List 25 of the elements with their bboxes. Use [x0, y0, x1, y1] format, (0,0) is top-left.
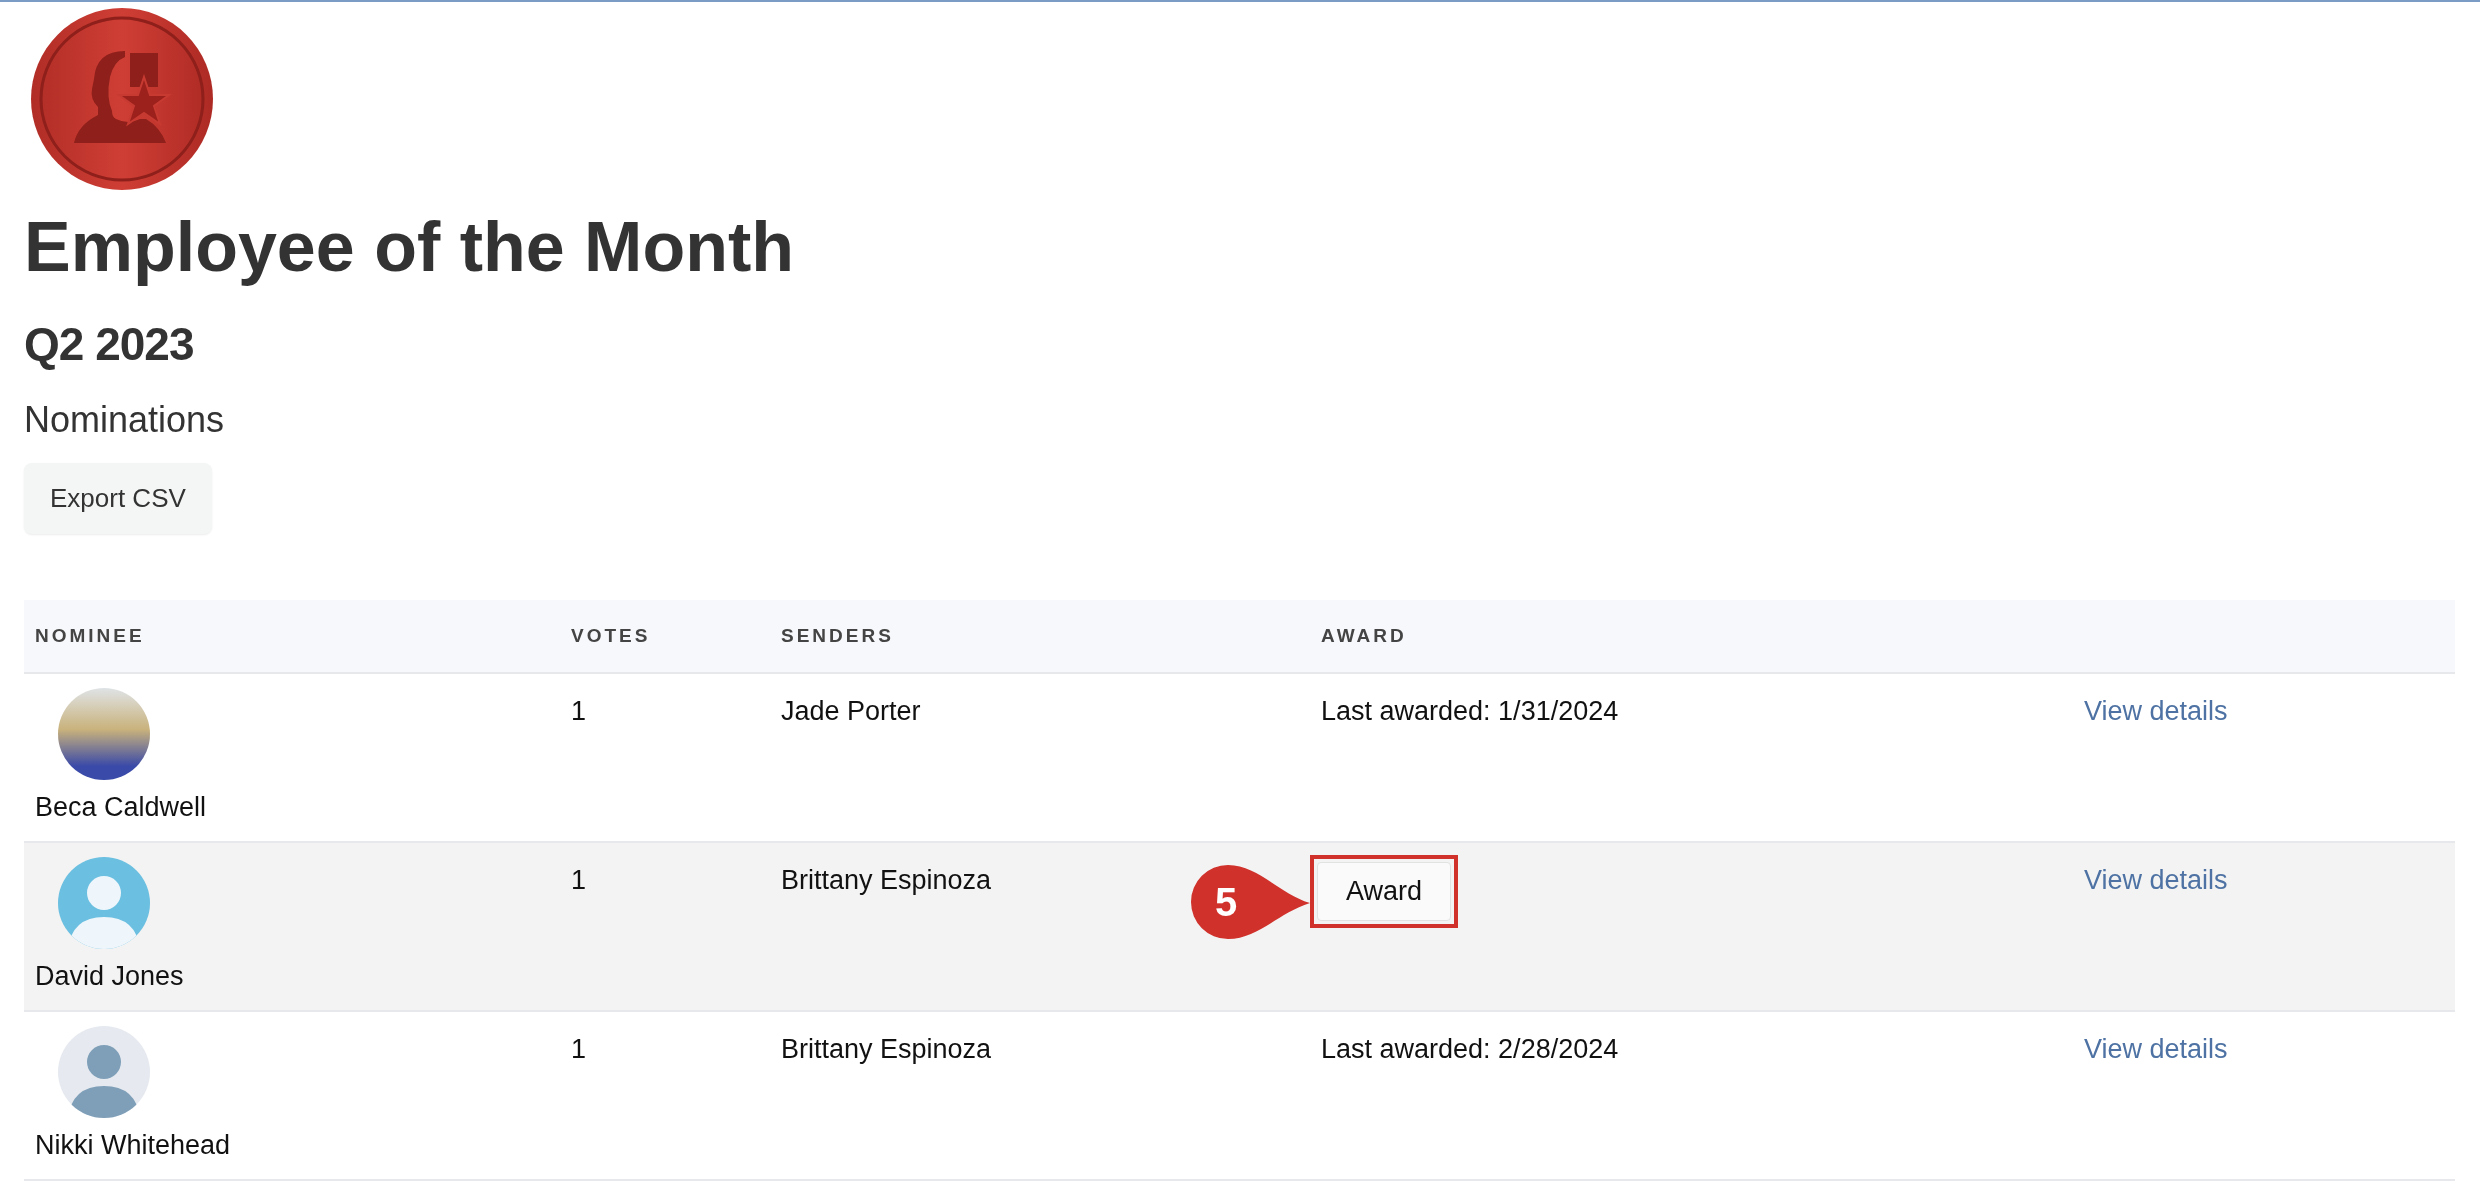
step-badge: 5 — [1188, 863, 1310, 941]
nominee-name: David Jones — [35, 961, 184, 992]
sender-name: Jade Porter — [781, 696, 921, 727]
export-button[interactable]: Export CSV — [24, 463, 212, 534]
period-heading: Q2 2023 — [24, 317, 194, 371]
column-header: AWARD — [1320, 625, 1407, 647]
section-heading: Nominations — [24, 399, 225, 441]
page-title: Employee of the Month — [24, 207, 794, 288]
votes-count: 1 — [571, 1034, 587, 1065]
award-button[interactable]: Award — [1317, 862, 1452, 921]
table-row[interactable]: David Jones 1 Brittany Espinoza 5 Award View details — [24, 843, 2455, 1012]
sender-name: Brittany Espinoza — [781, 865, 992, 896]
last-awarded-text: Last awarded: 1/31/2024 — [1321, 696, 1619, 727]
nominee-name: Beca Caldwell — [35, 792, 207, 823]
view-details-link[interactable]: View details — [2084, 1034, 2228, 1065]
column-header: NOMINEE — [34, 625, 145, 647]
column-header: VOTES — [570, 625, 651, 647]
sender-name: Brittany Espinoza — [781, 1034, 992, 1065]
votes-count: 1 — [571, 696, 587, 727]
nominee-name: Nikki Whitehead — [35, 1130, 231, 1161]
votes-count: 1 — [571, 865, 587, 896]
last-awarded-text: Last awarded: 2/28/2024 — [1321, 1034, 1619, 1065]
view-details-link[interactable]: View details — [2084, 696, 2228, 727]
column-header: SENDERS — [780, 625, 894, 647]
view-details-link[interactable]: View details — [2084, 865, 2228, 896]
